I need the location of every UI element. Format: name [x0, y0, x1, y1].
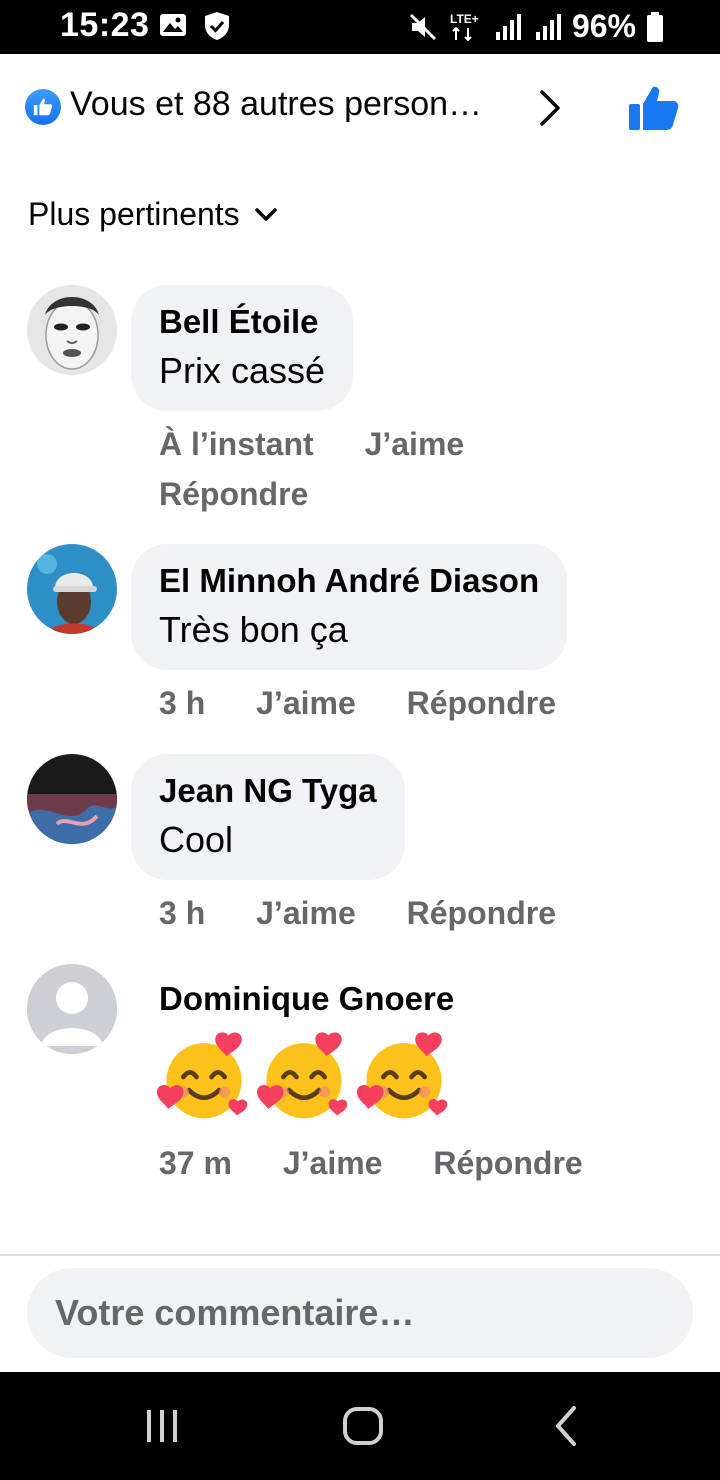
like-link[interactable]: J’aime: [256, 685, 356, 721]
signal-icon: [495, 13, 521, 40]
comment-text: Très bon ça: [159, 609, 348, 650]
comment-text: Prix cassé: [159, 350, 326, 391]
comment-meta: À l’instant J’aime: [159, 426, 464, 463]
comment-input[interactable]: [27, 1268, 693, 1358]
shield-icon: [205, 12, 229, 40]
like-button-icon[interactable]: [626, 84, 680, 132]
home-icon[interactable]: [340, 1402, 386, 1450]
reply-link[interactable]: Répondre: [407, 685, 556, 721]
battery-percent: 96%: [571, 8, 636, 44]
divider: [0, 1254, 720, 1256]
avatar[interactable]: [27, 964, 117, 1054]
default-avatar-icon: [27, 964, 117, 1054]
gallery-icon: [160, 14, 186, 36]
like-link[interactable]: J’aime: [256, 895, 356, 931]
like-reaction-badge: [25, 89, 61, 125]
sort-selector[interactable]: Plus pertinents: [28, 196, 278, 233]
avatar-image: [27, 285, 117, 375]
status-time: 15:23: [60, 6, 150, 44]
avatar-image: [27, 754, 117, 844]
comment-author[interactable]: Dominique Gnoere: [159, 980, 454, 1018]
comment-time: À l’instant: [159, 426, 314, 462]
network-type-label: LTE+: [450, 12, 479, 26]
smiling-face-with-hearts-icon: [357, 1032, 448, 1119]
comment-author[interactable]: Jean NG Tyga: [159, 768, 377, 814]
reply-link[interactable]: Répondre: [407, 895, 556, 931]
like-link[interactable]: J’aime: [365, 426, 465, 462]
comment-text: Cool: [159, 819, 234, 860]
battery-icon: [647, 11, 663, 42]
smiling-face-with-hearts-icon: [257, 1032, 348, 1119]
reactions-summary[interactable]: Vous et 88 autres person…: [70, 85, 482, 124]
comment-author[interactable]: El Minnoh André Diason: [159, 558, 539, 604]
comment-bubble[interactable]: Bell Étoile Prix cassé: [131, 285, 354, 411]
comment-meta-reply: Répondre: [159, 476, 308, 513]
chevron-right-icon[interactable]: [536, 88, 564, 128]
like-link[interactable]: J’aime: [283, 1145, 383, 1181]
avatar[interactable]: [27, 544, 117, 634]
comment-bubble[interactable]: Jean NG Tyga Cool: [131, 754, 405, 880]
comment-author[interactable]: Bell Étoile: [159, 299, 325, 345]
mute-icon: [409, 13, 437, 40]
lte-icon: LTE+: [450, 12, 479, 41]
avatar[interactable]: [27, 285, 117, 375]
sort-label: Plus pertinents: [28, 196, 240, 232]
comment-time: 37 m: [159, 1145, 232, 1181]
system-nav-bar: [0, 1372, 720, 1480]
smiling-face-with-hearts-icon: [157, 1032, 248, 1119]
reply-link[interactable]: Répondre: [159, 476, 308, 512]
signal-icon-2: [535, 13, 561, 40]
status-bar: 15:23 LTE+ 96%: [0, 0, 720, 54]
comment-meta: 3 h J’aime Répondre: [159, 685, 556, 722]
back-icon[interactable]: [548, 1402, 584, 1450]
chevron-down-icon: [254, 207, 277, 221]
reply-link[interactable]: Répondre: [433, 1145, 582, 1181]
comment-time: 3 h: [159, 685, 206, 721]
avatar[interactable]: [27, 754, 117, 844]
comment-bubble[interactable]: El Minnoh André Diason Très bon ça: [131, 544, 568, 670]
recent-apps-icon[interactable]: [142, 1402, 182, 1450]
comment-meta: 3 h J’aime Répondre: [159, 895, 556, 932]
avatar-image: [27, 544, 117, 634]
comment-time: 3 h: [159, 895, 206, 931]
comment-meta: 37 m J’aime Répondre: [159, 1145, 583, 1182]
status-indicators: LTE+ 96%: [408, 8, 664, 45]
like-icon: [33, 98, 53, 116]
comment-emoji-content: [157, 1030, 451, 1124]
